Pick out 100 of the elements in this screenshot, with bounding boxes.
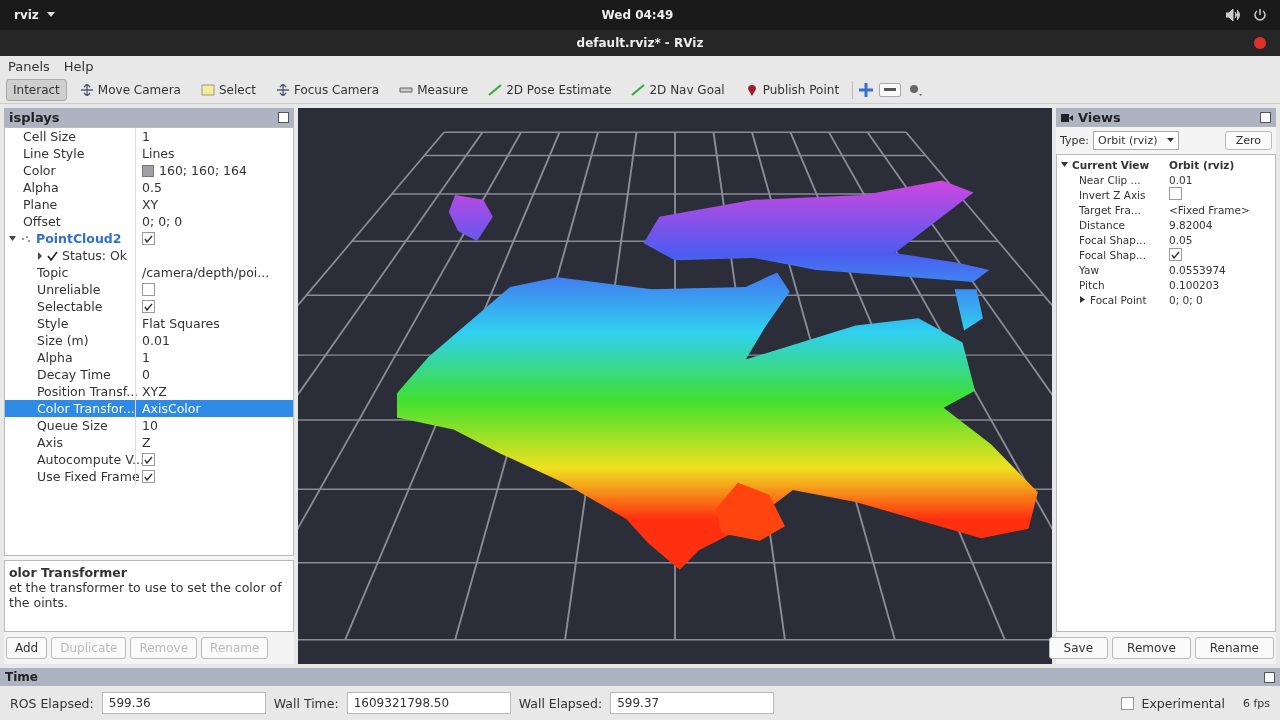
property-row[interactable]: Decay Time 0 [5, 366, 293, 383]
close-panel-button[interactable] [278, 112, 289, 123]
menu-item[interactable]: Help [63, 59, 94, 74]
property-value: 0 [142, 367, 150, 382]
time-field[interactable]: 599.36 [101, 692, 266, 714]
property-row[interactable]: Color Transfor... AxisColor [5, 400, 293, 417]
property-label: Invert Z Axis [1079, 188, 1146, 201]
panel-button[interactable]: Rename [1194, 637, 1274, 659]
checkbox[interactable] [142, 453, 155, 466]
caret-icon[interactable] [37, 251, 43, 260]
property-row[interactable]: Alpha 1 [5, 349, 293, 366]
property-value: 0.100203 [1169, 278, 1220, 291]
property-row[interactable]: Selectable [5, 298, 293, 315]
property-label: Near Clip ... [1079, 173, 1141, 186]
minus-icon [884, 88, 897, 92]
property-value: XYZ [142, 384, 167, 399]
time-field[interactable]: 1609321798.50 [346, 692, 511, 714]
type-label: Type: [1060, 134, 1089, 147]
property-label: Line Style [23, 146, 85, 161]
tool-button[interactable]: Publish Point [737, 79, 847, 101]
time-field[interactable]: 599.37 [610, 692, 775, 714]
property-value: XY [142, 197, 159, 212]
tool-button[interactable]: Interact [6, 79, 67, 101]
checkbox[interactable] [1169, 187, 1182, 200]
property-row[interactable]: Style Flat Squares [5, 315, 293, 332]
close-button[interactable] [1254, 37, 1266, 49]
property-row[interactable]: Unreliable [5, 281, 293, 298]
checkbox[interactable] [142, 300, 155, 313]
property-label: Focal Shap... [1079, 233, 1146, 246]
zero-button[interactable]: Zero [1224, 131, 1272, 150]
property-row[interactable]: Autocompute V... [5, 451, 293, 468]
property-label: Use Fixed Frame [37, 469, 140, 484]
panel-button[interactable]: Remove [1112, 637, 1191, 659]
close-panel-button[interactable] [1264, 671, 1275, 683]
property-label: Selectable [37, 299, 103, 314]
checkbox[interactable] [1169, 248, 1182, 261]
crosshair-icon[interactable] [859, 83, 874, 97]
tool-button[interactable]: Measure [392, 79, 476, 101]
caret-icon[interactable] [1061, 161, 1068, 168]
close-panel-button[interactable] [1260, 112, 1271, 123]
type-dropdown[interactable]: Orbit (rviz) [1093, 131, 1180, 150]
property-row[interactable]: Line Style Lines [5, 145, 293, 162]
description-title: olor Transformer [9, 565, 128, 580]
property-row[interactable]: Offset 0; 0; 0 [5, 213, 293, 230]
property-row[interactable]: Cell Size 1 [5, 128, 293, 145]
clock[interactable]: Wed 04:49 [601, 8, 674, 22]
property-row[interactable]: Plane XY [5, 196, 293, 213]
checkbox[interactable] [142, 232, 155, 245]
property-label: Pitch [1079, 278, 1105, 291]
checkbox[interactable] [142, 283, 155, 296]
caret-icon[interactable] [1079, 296, 1086, 303]
caret-icon[interactable] [9, 235, 16, 242]
property-label: Color Transfor... [37, 401, 135, 416]
property-row[interactable]: Use Fixed Frame [5, 468, 293, 485]
tool-icon [399, 84, 414, 96]
property-label: Cell Size [23, 129, 76, 144]
tool-icon [631, 84, 646, 96]
tool-button[interactable]: Select [193, 79, 263, 101]
property-value: AxisColor [142, 401, 201, 416]
property-row[interactable]: Axis Z [5, 434, 293, 451]
fps-counter: 6 fps [1242, 696, 1270, 710]
window-title: default.rviz* - RViz [576, 36, 704, 50]
caret-icon [1167, 138, 1175, 143]
checkbox[interactable] [142, 470, 155, 483]
tool-button[interactable]: 2D Pose Estimate [481, 79, 619, 101]
tool-button[interactable]: 2D Nav Goal [624, 79, 732, 101]
property-row[interactable]: PointCloud2 [5, 230, 293, 247]
property-label: Unreliable [37, 282, 101, 297]
property-label: Axis [37, 435, 63, 450]
tool-icon [275, 84, 290, 96]
property-value: 0.0553974 [1169, 263, 1226, 276]
property-value: 0.01 [142, 333, 170, 348]
speaker-icon[interactable] [1226, 9, 1240, 21]
property-row[interactable]: Status: Ok [5, 247, 293, 264]
field-label: ROS Elapsed: [10, 695, 94, 711]
tool-icon [200, 84, 215, 96]
checkbox[interactable] [1120, 696, 1134, 710]
property-value: 0; 0; 0 [142, 214, 183, 229]
check-icon [47, 250, 58, 261]
property-label: PointCloud2 [36, 231, 122, 246]
property-label: Focal Shap... [1079, 248, 1146, 261]
power-icon[interactable] [1254, 9, 1266, 21]
panel-button[interactable]: Add [6, 637, 48, 659]
tool-button[interactable]: Focus Camera [268, 79, 387, 101]
field-label: Wall Elapsed: [518, 695, 603, 711]
panel-button[interactable]: Save [1048, 637, 1109, 659]
property-row[interactable]: Color 160; 160; 164 [5, 162, 293, 179]
tool-button[interactable]: Move Camera [72, 79, 188, 101]
checkbox-label: Experimental [1141, 695, 1225, 711]
property-value: Lines [142, 146, 175, 161]
panel-title: Views [1078, 110, 1121, 125]
menu-item[interactable]: Panels [8, 59, 50, 74]
property-row[interactable]: Topic /camera/depth/poi... [5, 264, 293, 281]
property-value: 160; 160; 164 [159, 163, 247, 178]
app-menu[interactable]: rviz [14, 8, 39, 22]
zoom-out-button[interactable] [879, 83, 902, 97]
property-row[interactable]: Queue Size 10 [5, 417, 293, 434]
panel-title: isplays [9, 110, 60, 125]
property-row[interactable]: Alpha 0.5 [5, 179, 293, 196]
property-row[interactable]: Size (m) 0.01 [5, 332, 293, 349]
